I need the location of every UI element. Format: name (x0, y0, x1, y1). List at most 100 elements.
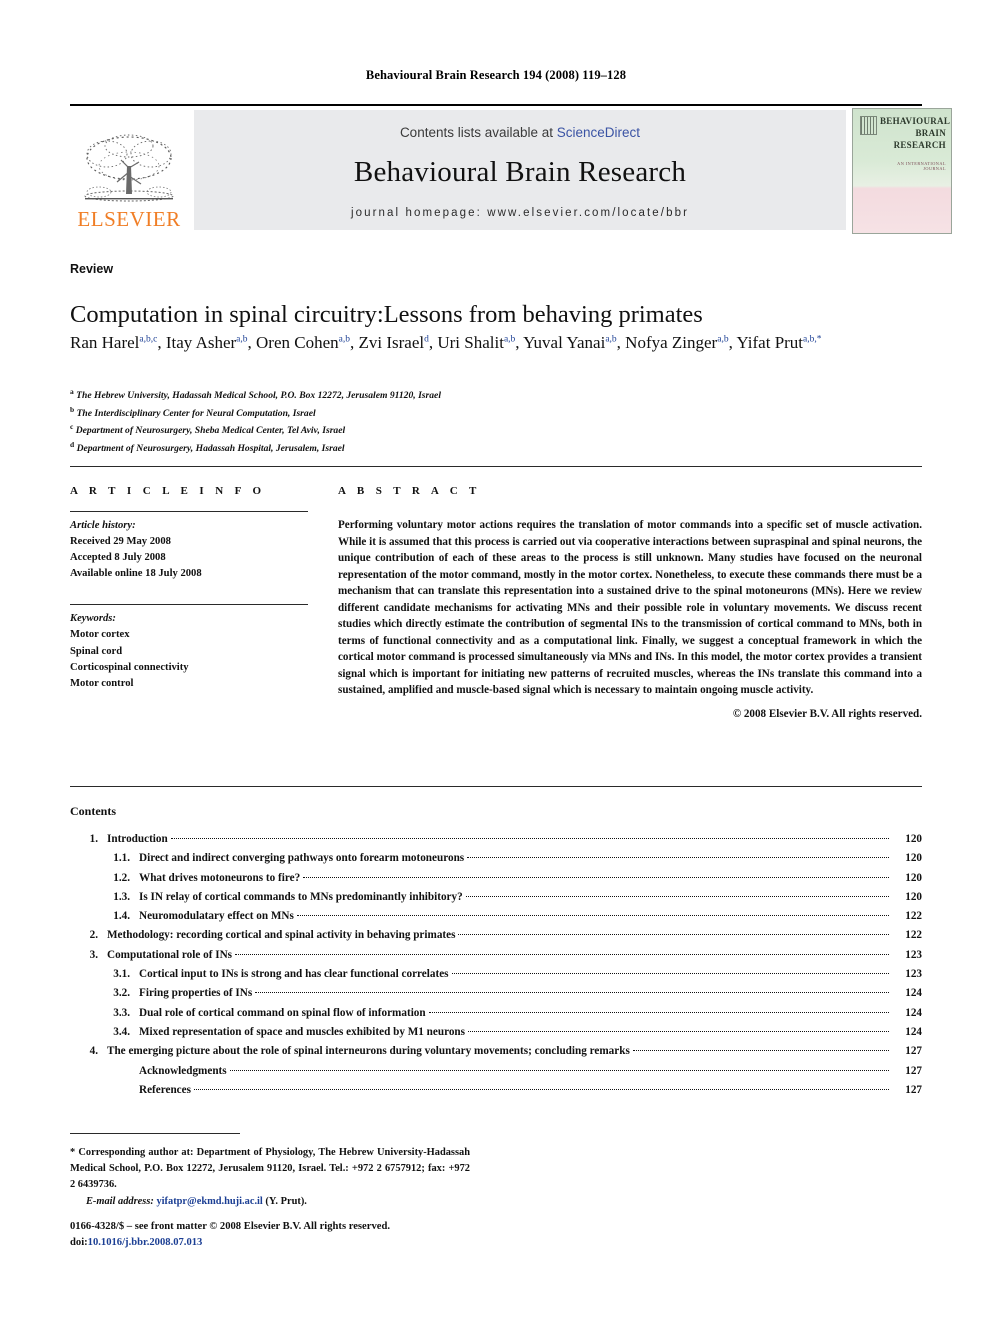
toc-row-label: What drives motoneurons to fire? (139, 871, 301, 884)
page-title: Computation in spinal circuitry:Lessons … (70, 301, 703, 329)
author-name: Nofya Zinger (625, 333, 718, 352)
toc-leader-dots (296, 915, 889, 917)
toc-leader-dots (467, 857, 889, 859)
article-history-item: Available online 18 July 2008 (70, 568, 202, 580)
doi-link[interactable]: 10.1016/j.bbr.2008.07.013 (88, 1237, 203, 1248)
toc-row-page: 120 (905, 852, 922, 865)
toc-row[interactable]: 1.3. Is IN relay of cortical commands to … (70, 890, 922, 911)
toc-leader-dots (428, 1011, 889, 1013)
affiliation-marker: a (70, 387, 74, 396)
abstract-text: Performing voluntary motor actions requi… (338, 519, 922, 697)
journal-cover-title: BEHAVIOURAL BRAIN RESEARCH (880, 116, 951, 152)
journal-cover-title-line2: BRAIN (915, 127, 946, 138)
toc-row-number: 3.3. (113, 1006, 130, 1019)
toc-row-number: 2. (89, 929, 98, 942)
abstract-heading: A B S T R A C T (338, 485, 481, 497)
doi-label: doi: (70, 1236, 88, 1248)
author-list: Ran Harela,b,c, Itay Ashera,b, Oren Cohe… (70, 333, 822, 352)
keyword-item: Spinal cord (70, 645, 123, 657)
toc-row-page: 120 (905, 833, 922, 845)
toc-row-label: Dual role of cortical command on spinal … (139, 1006, 426, 1019)
toc-row-page: 120 (905, 871, 922, 884)
contents-heading: Contents (70, 804, 117, 818)
corresponding-author-note: * Corresponding author at: Department of… (70, 1145, 470, 1210)
article-info-rule-1 (70, 511, 308, 512)
author-affiliation-marker: d (424, 334, 429, 345)
toc-row-label: Firing properties of INs (139, 987, 253, 1000)
journal-homepage-link[interactable]: journal homepage: www.elsevier.com/locat… (351, 207, 689, 219)
toc-row-page: 124 (905, 1006, 922, 1019)
toc-leader-dots (235, 953, 889, 955)
toc-row-number: 3. (89, 948, 98, 961)
issn-line: 0166-4328/$ – see front matter © 2008 El… (70, 1221, 390, 1232)
author-name: Yifat Prut (736, 333, 804, 352)
toc-row-page: 122 (905, 929, 922, 942)
journal-cover-title-line3: RESEARCH (893, 139, 946, 150)
article-history-label: Article history: (70, 520, 136, 531)
article-history-item: Received 29 May 2008 (70, 536, 171, 548)
sciencedirect-link[interactable]: ScienceDirect (557, 125, 640, 140)
author-name: Yuval Yanai (523, 333, 606, 352)
elsevier-logo: ELSEVIER (70, 110, 188, 230)
toc-row-page: 124 (905, 1025, 922, 1038)
toc-leader-dots (632, 1050, 889, 1052)
toc-row-number: 1.4. (113, 910, 130, 923)
affiliation-list: a The Hebrew University, Hadassah Medica… (70, 386, 770, 457)
toc-row-number: 4. (89, 1045, 98, 1058)
toc-row-label: The emerging picture about the role of s… (107, 1045, 630, 1058)
affiliation-item: d Department of Neurosurgery, Hadassah H… (70, 440, 345, 455)
toc-leader-dots (451, 973, 889, 975)
elsevier-tree-icon (84, 134, 174, 202)
affiliation-marker: d (70, 440, 75, 450)
toc-row[interactable]: 1.4. Neuromodulatary effect on MNs 122 (70, 910, 922, 930)
toc-row-label: Neuromodulatary effect on MNs (139, 910, 294, 923)
toc-row-label: Direct and indirect converging pathways … (139, 852, 465, 865)
abstract-band-bottom-rule (70, 786, 922, 787)
toc-row[interactable]: 3.4. Mixed representation of space and mu… (70, 1025, 922, 1046)
email-link[interactable]: yifatpr@ekmd.huji.ac.il (156, 1196, 262, 1207)
toc-row[interactable]: References 127 (70, 1083, 922, 1104)
toc-row[interactable]: 1.1. Direct and indirect converging pathw… (70, 853, 922, 872)
email-line: E-mail address: yifatpr@ekmd.huji.ac.il … (70, 1194, 470, 1210)
toc-row-page: 120 (905, 890, 922, 903)
toc-row-number: 3.2. (113, 987, 130, 1000)
imprint-block: 0166-4328/$ – see front matter © 2008 El… (70, 1219, 540, 1251)
journal-cover-subtitle: AN INTERNATIONAL JOURNAL (897, 161, 946, 171)
toc-row-page: 127 (905, 1083, 922, 1096)
journal-title: Behavioural Brain Research (353, 156, 687, 188)
toc-row[interactable]: 1. Introduction 120 (70, 833, 922, 853)
toc-row[interactable]: 4. The emerging picture about the role of… (70, 1046, 922, 1065)
toc-leader-dots (465, 895, 889, 897)
toc-row[interactable]: 3.3. Dual role of cortical command on spi… (70, 1006, 922, 1027)
masthead-banner: Contents lists available at ScienceDirec… (194, 110, 846, 230)
author-name: Ran Harel (70, 333, 140, 352)
contents-available-line: Contents lists available at ScienceDirec… (400, 125, 640, 140)
author-name: Zvi Israel (358, 333, 425, 352)
affiliation-marker: b (70, 404, 75, 414)
toc-row-page: 123 (905, 968, 922, 981)
running-head: Behavioural Brain Research 194 (2008) 11… (365, 68, 627, 82)
toc-row-label: Is IN relay of cortical commands to MNs … (139, 890, 463, 903)
toc-row-page: 123 (905, 948, 922, 961)
doi-line: doi:10.1016/j.bbr.2008.07.013 (70, 1235, 540, 1251)
toc-row[interactable]: 3.1. Cortical input to INs is strong and … (70, 968, 922, 988)
journal-cover-logo-icon (860, 116, 877, 135)
toc-row-number: 1.2. (113, 871, 130, 884)
article-history-item: Accepted 8 July 2008 (70, 552, 166, 564)
toc-row[interactable]: 3.2. Firing properties of INs 124 (70, 988, 922, 1007)
toc-row[interactable]: 1.2. What drives motoneurons to fire? 120 (70, 871, 922, 892)
keywords-group: Keywords: Motor cortex Spinal cord Corti… (70, 611, 308, 691)
toc-row-page: 127 (905, 1045, 922, 1058)
author-affiliation-marker: a,b (503, 334, 516, 345)
toc-row-number: 1. (89, 833, 98, 845)
toc-row[interactable]: 2. Methodology: recording cortical and sp… (70, 930, 922, 949)
author-affiliation-marker: a,b (717, 334, 729, 345)
paper-page: Behavioural Brain Research 194 (2008) 11… (0, 0, 992, 1323)
keyword-item: Motor cortex (70, 629, 130, 641)
toc-row[interactable]: Acknowledgments 127 (70, 1065, 922, 1085)
abstract-column: A B S T R A C T Performing voluntary mot… (338, 485, 922, 720)
elsevier-wordmark: ELSEVIER (77, 207, 181, 231)
journal-cover-title-line1: BEHAVIOURAL (880, 116, 951, 126)
toc-row[interactable]: 3. Computational role of INs 123 (70, 948, 922, 969)
author-affiliation-marker: a,b (236, 334, 248, 345)
